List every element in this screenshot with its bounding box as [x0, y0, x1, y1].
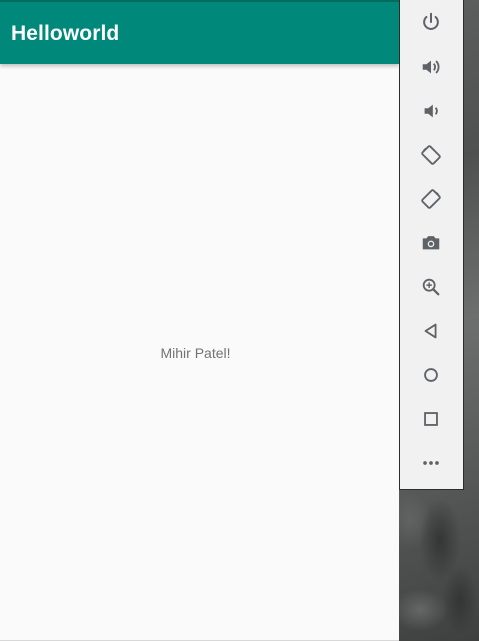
emulator-toolbar	[399, 0, 464, 490]
app-title: Helloworld	[11, 22, 120, 45]
main-content: Mihir Patel!	[0, 64, 399, 641]
back-icon[interactable]	[419, 319, 443, 343]
volume-down-icon[interactable]	[419, 99, 443, 123]
camera-icon[interactable]	[419, 231, 443, 255]
more-icon[interactable]	[419, 451, 443, 475]
zoom-icon[interactable]	[419, 275, 443, 299]
power-icon[interactable]	[419, 10, 443, 34]
hello-text: Mihir Patel!	[160, 345, 231, 361]
emulator-screen[interactable]: Helloworld Mihir Patel!	[0, 0, 399, 641]
volume-up-icon[interactable]	[419, 55, 443, 79]
home-icon[interactable]	[419, 363, 443, 387]
rotate-left-icon[interactable]	[419, 143, 443, 167]
app-bar: Helloworld	[0, 0, 399, 64]
overview-icon[interactable]	[419, 407, 443, 431]
rotate-right-icon[interactable]	[419, 187, 443, 211]
